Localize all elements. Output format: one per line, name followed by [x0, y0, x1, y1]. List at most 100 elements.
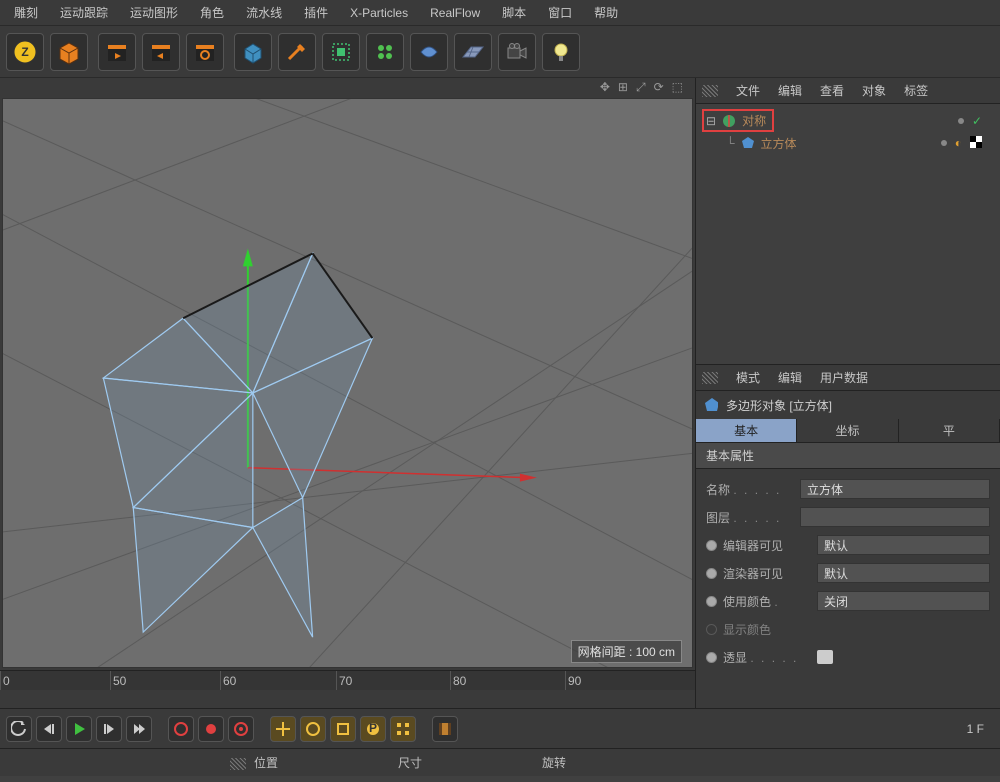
obj-menu-tags[interactable]: 标签 [896, 78, 936, 103]
primitive-cube-icon[interactable] [234, 33, 272, 71]
render-vis-select[interactable] [817, 563, 990, 583]
radio-icon[interactable] [706, 596, 717, 607]
menu-plugins[interactable]: 插件 [294, 0, 338, 25]
prop-row-use-color: 使用颜色 . [706, 587, 990, 615]
expand-toggle-icon[interactable]: ⊟ [706, 114, 716, 128]
radio-icon[interactable] [706, 568, 717, 579]
object-manager-tree[interactable]: ⊟ 对称 ✓ └ 立方体 ◐ [696, 104, 1000, 364]
prop-label: 渲染器可见 [723, 565, 813, 582]
menu-realflow[interactable]: RealFlow [420, 2, 490, 24]
tree-item-symmetry[interactable]: ⊟ 对称 [702, 109, 774, 132]
coord-size-label: 尺寸 [398, 754, 422, 771]
tab-coord[interactable]: 坐标 [797, 419, 898, 442]
vp-frame-icon[interactable]: ⬚ [672, 80, 683, 94]
menu-window[interactable]: 窗口 [538, 0, 582, 25]
move-tool-button[interactable] [270, 716, 296, 742]
step-back-button[interactable] [36, 716, 62, 742]
tag-phong-icon[interactable]: ◐ [955, 136, 962, 150]
tree-item-label: 对称 [742, 112, 766, 129]
viewport-area: ✥ ⊞ ⤢ ⟳ ⬚ [0, 78, 695, 708]
light-icon[interactable] [542, 33, 580, 71]
tree-item-cube[interactable]: └ 立方体 ◐ [696, 133, 1000, 153]
menu-character[interactable]: 角色 [190, 0, 234, 25]
ruler-tick: 80 [450, 671, 466, 690]
axis-p-button[interactable]: P [360, 716, 386, 742]
attr-menu-edit[interactable]: 编辑 [770, 365, 810, 390]
rotate-tool-button[interactable] [300, 716, 326, 742]
top-menu-bar: 雕刻 运动跟踪 运动图形 角色 流水线 插件 X-Particles RealF… [0, 0, 1000, 26]
object-panel-menu: 文件 编辑 查看 对象 标签 [696, 78, 1000, 104]
panel-grip-icon[interactable] [702, 85, 718, 97]
use-color-select[interactable] [817, 591, 990, 611]
prop-label: 图层 . . . . . [706, 509, 796, 526]
radio-icon[interactable] [706, 624, 717, 635]
menu-mograph[interactable]: 运动图形 [120, 0, 188, 25]
tag-tex-icon[interactable] [970, 136, 982, 151]
clapper-icon[interactable] [98, 33, 136, 71]
radio-icon[interactable] [706, 652, 717, 663]
step-fwd-button[interactable] [96, 716, 122, 742]
ruler-tick: 60 [220, 671, 236, 690]
play-button[interactable] [66, 716, 92, 742]
tab-more[interactable]: 平 [899, 419, 1000, 442]
scale-tool-button[interactable] [330, 716, 356, 742]
vp-orbit-icon[interactable]: ⟳ [654, 80, 664, 94]
main-area: ✥ ⊞ ⤢ ⟳ ⬚ [0, 78, 1000, 708]
prop-row-editor-vis: 编辑器可见 [706, 531, 990, 559]
menu-pipeline[interactable]: 流水线 [236, 0, 292, 25]
prop-label: 透显 . . . . . [723, 649, 813, 666]
camera-icon[interactable] [498, 33, 536, 71]
visibility-dot[interactable] [941, 140, 947, 146]
ruler-tick: 70 [336, 671, 352, 690]
cube-icon[interactable] [50, 33, 88, 71]
section-basic-props: 基本属性 [696, 443, 1000, 469]
film-icon[interactable] [432, 716, 458, 742]
clapper-gear-icon[interactable] [186, 33, 224, 71]
vp-pan-icon[interactable]: ⤢ [636, 80, 646, 95]
obj-menu-view[interactable]: 查看 [812, 78, 852, 103]
tab-basic[interactable]: 基本 [696, 419, 797, 442]
key-all-button[interactable] [198, 716, 224, 742]
editor-vis-select[interactable] [817, 535, 990, 555]
vp-zoom-icon[interactable]: ⊞ [618, 80, 628, 94]
prop-label: 名称 . . . . . [706, 481, 796, 498]
menu-help[interactable]: 帮助 [584, 0, 628, 25]
radio-icon[interactable] [706, 540, 717, 551]
clapper-left-icon[interactable] [142, 33, 180, 71]
axis-z-icon[interactable]: Z [6, 33, 44, 71]
menu-motiontrack[interactable]: 运动跟踪 [50, 0, 118, 25]
record-button[interactable] [168, 716, 194, 742]
tree-item-label: 立方体 [761, 135, 797, 152]
vp-move-icon[interactable]: ✥ [600, 80, 610, 94]
subdivision-icon[interactable] [322, 33, 360, 71]
timeline-ruler[interactable]: 0 50 60 70 80 90 [0, 670, 695, 690]
viewport-3d[interactable]: 网格间距 : 100 cm [2, 98, 693, 668]
xray-checkbox[interactable] [817, 650, 833, 664]
obj-menu-file[interactable]: 文件 [728, 78, 768, 103]
name-input[interactable] [800, 479, 990, 499]
menu-xparticles[interactable]: X-Particles [340, 2, 418, 24]
cloner-icon[interactable] [366, 33, 404, 71]
svg-text:P: P [369, 721, 377, 735]
menu-sculpt[interactable]: 雕刻 [4, 0, 48, 25]
prop-label: 使用颜色 . [723, 593, 813, 610]
floor-icon[interactable] [454, 33, 492, 71]
snap-grid-button[interactable] [390, 716, 416, 742]
enable-check-icon[interactable]: ✓ [972, 114, 982, 128]
panel-grip-icon[interactable] [702, 372, 718, 384]
rewind-button[interactable] [6, 716, 32, 742]
svg-text:Z: Z [21, 45, 28, 59]
obj-menu-object[interactable]: 对象 [854, 78, 894, 103]
main-toolbar: Z [0, 26, 1000, 78]
attr-menu-mode[interactable]: 模式 [728, 365, 768, 390]
attr-tabs: 基本 坐标 平 [696, 419, 1000, 443]
autokey-button[interactable] [228, 716, 254, 742]
menu-script[interactable]: 脚本 [492, 0, 536, 25]
visibility-dot[interactable] [958, 118, 964, 124]
forward-button[interactable] [126, 716, 152, 742]
obj-menu-edit[interactable]: 编辑 [770, 78, 810, 103]
layer-input[interactable] [800, 507, 990, 527]
attr-menu-userdata[interactable]: 用户数据 [812, 365, 876, 390]
pen-spline-icon[interactable] [278, 33, 316, 71]
subdiv-surface-icon[interactable] [410, 33, 448, 71]
